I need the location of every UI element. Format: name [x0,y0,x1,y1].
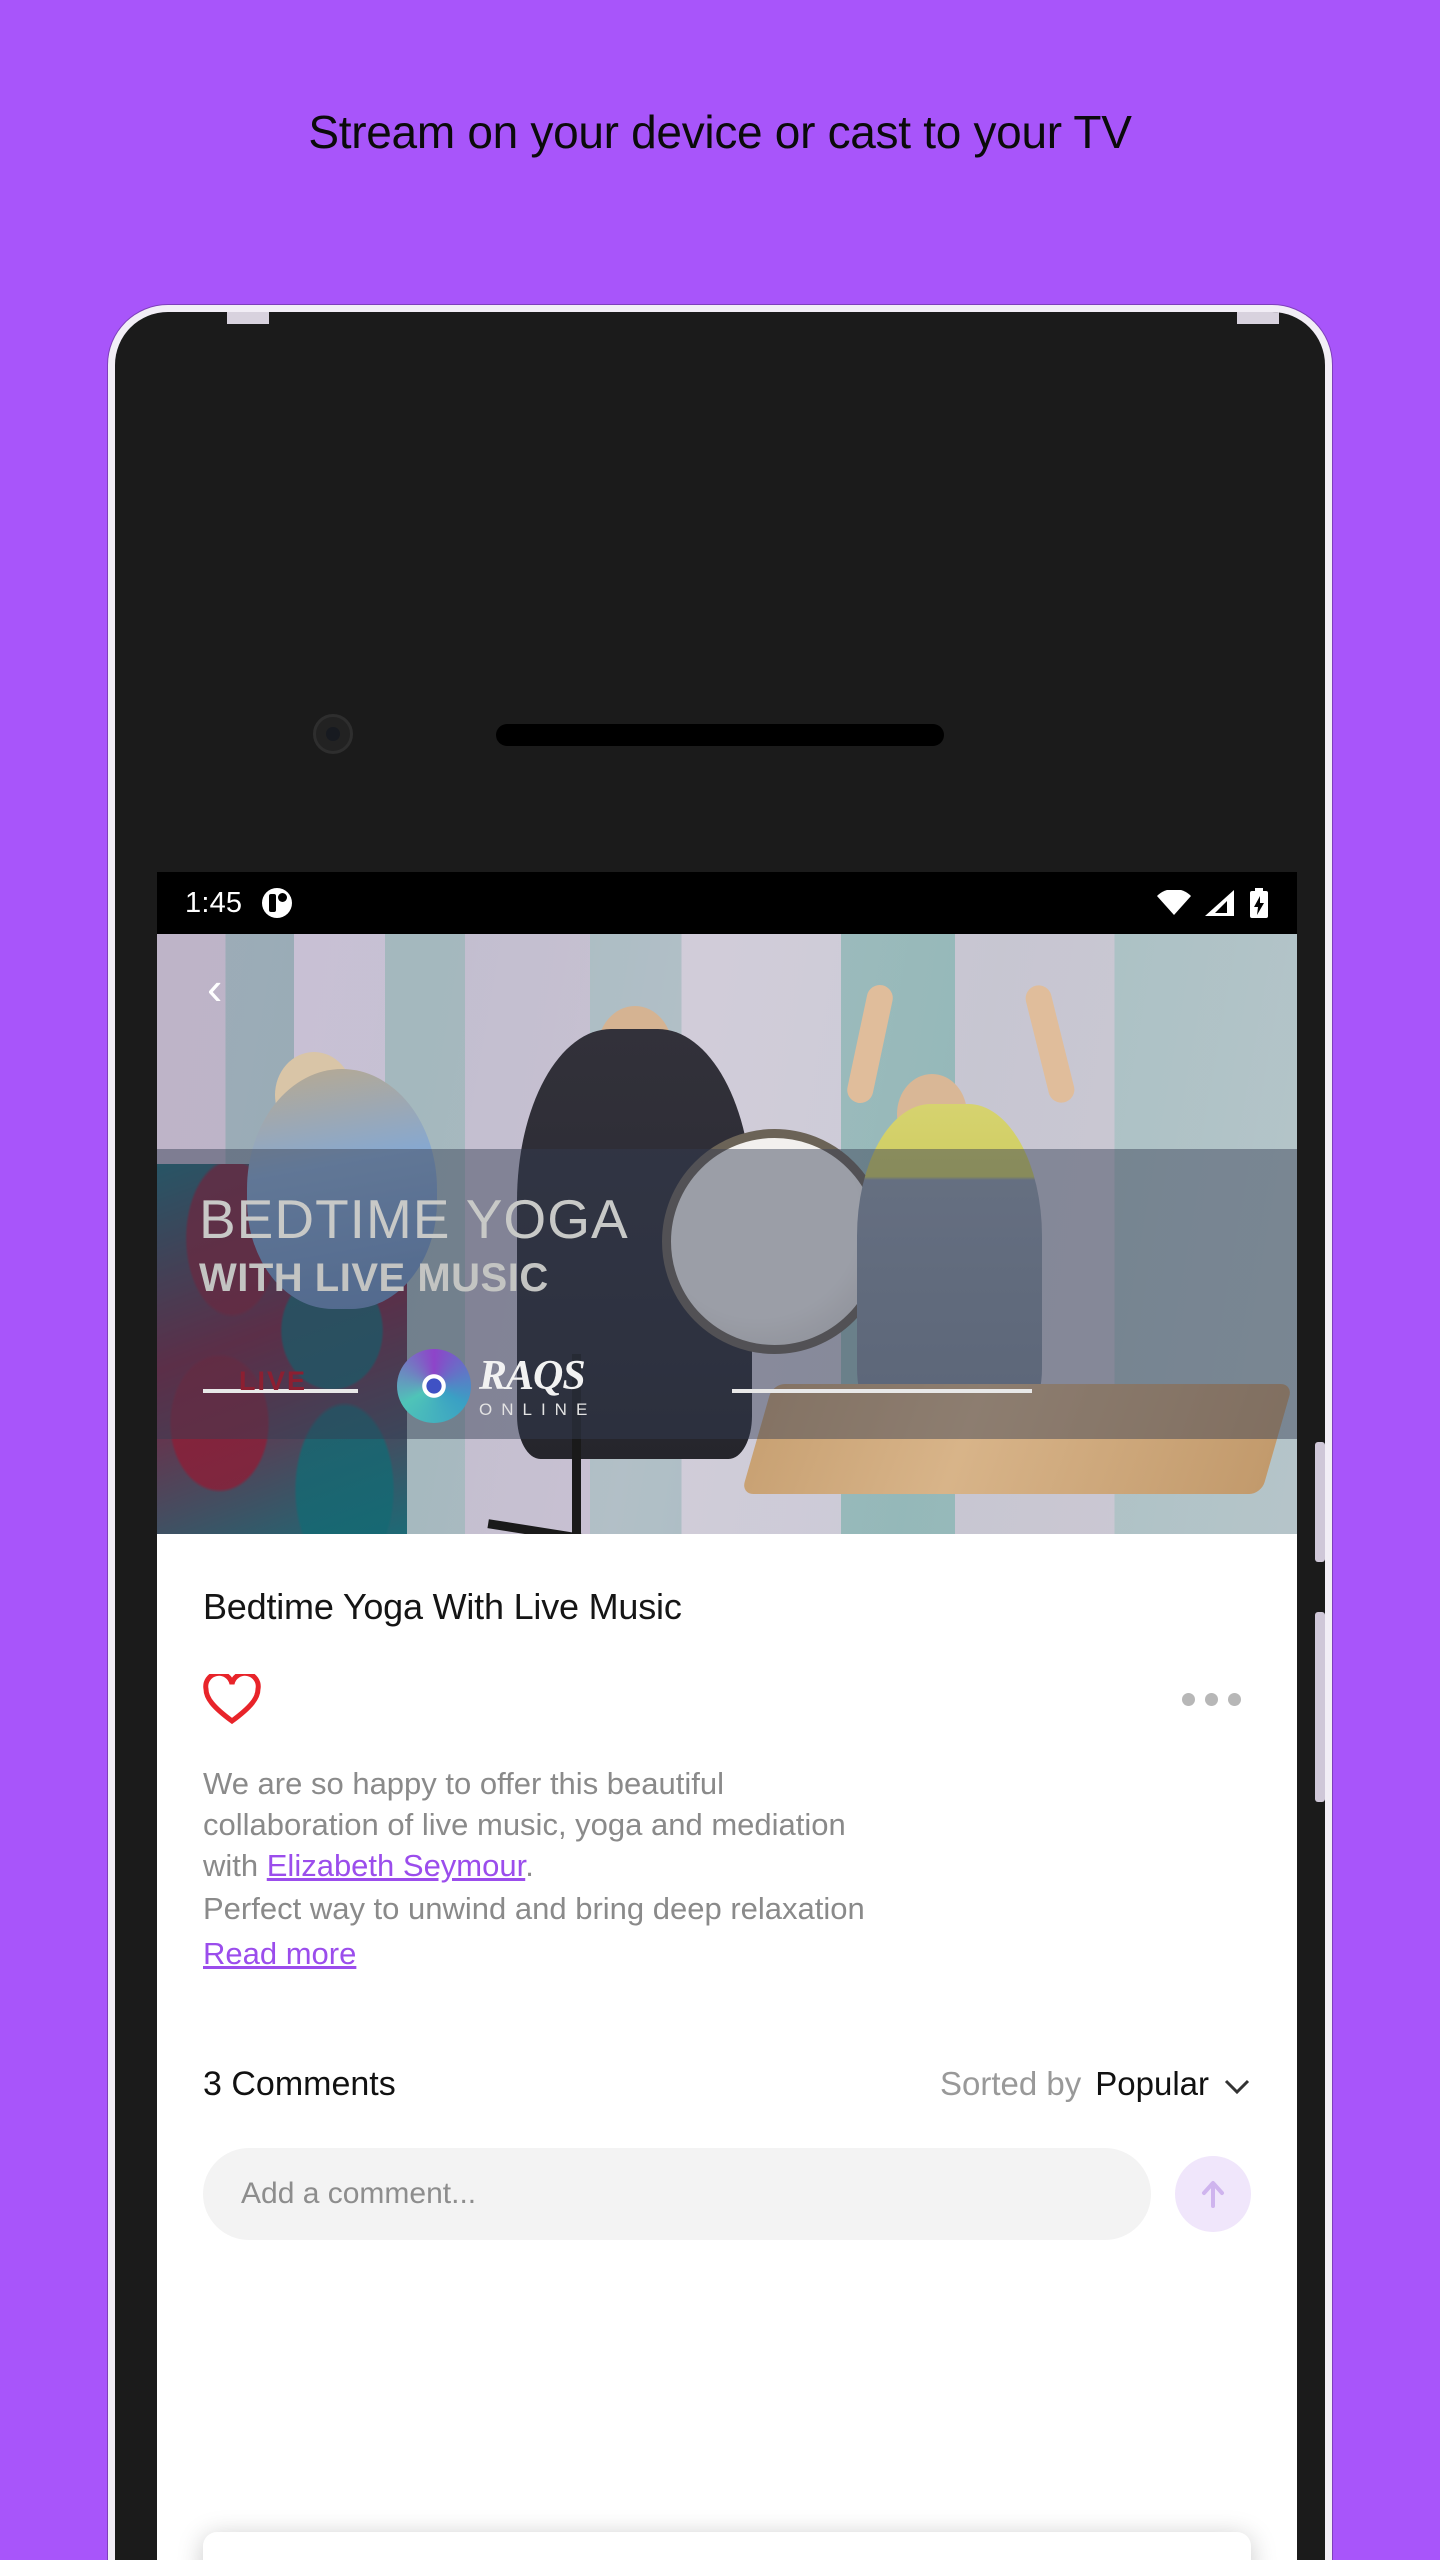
description-line-3-prefix: with [203,1847,267,1883]
read-more-link[interactable]: Read more [203,1934,356,1975]
description-line-3-suffix: . [525,1847,534,1883]
cast-badge-icon [262,888,293,918]
earpiece-speaker [496,724,944,746]
phone-antenna-nub-right [1237,312,1279,324]
status-bar-right [1157,888,1269,918]
comments-sort-control[interactable]: Sorted by Popular [940,2065,1251,2103]
sort-selected-value: Popular [1095,2065,1209,2103]
cellular-signal-icon [1205,890,1235,916]
raqs-online-logo: RAQS ONLINE [397,1349,596,1423]
power-button[interactable] [1315,1612,1325,1802]
back-arrow-icon[interactable]: ‹ [207,965,253,1012]
description-line-3: with Elizabeth Seymour. [203,1846,1251,1887]
status-time: 1:45 [185,886,243,919]
hero-rule-right [732,1389,1032,1393]
video-title: Bedtime Yoga With Live Music [203,1586,682,1627]
wifi-icon [1157,890,1191,916]
comment-input-placeholder: Add a comment... [241,2176,477,2210]
description-line-2: collaboration of live music, yoga and me… [203,1806,846,1842]
description-line-1: We are so happy to offer this beautiful [203,1766,725,1801]
arrow-up-send-icon[interactable] [1175,2155,1251,2232]
status-bar-left: 1:45 [185,886,293,920]
raqs-brand-sub: ONLINE [479,1399,597,1419]
heart-icon[interactable] [203,1670,261,1725]
volume-button[interactable] [1315,1442,1325,1562]
comments-header: 3 Comments Sorted by Popular [203,1975,1251,2104]
chevron-down-icon[interactable] [1223,2070,1251,2098]
page-title: Stream on your device or cast to your TV [308,106,1132,158]
phone-device-frame: 1:45 BEDTIME YOGA WITH LIVE MUSIC LIVE R… [108,305,1332,2560]
video-action-row [203,1628,1251,1725]
hero-title-line-1: BEDTIME YOGA [199,1188,629,1250]
hero-title-line-2: WITH LIVE MUSIC [199,1256,549,1300]
comment-input[interactable]: Add a comment... [203,2147,1151,2240]
phone-antenna-nub-left [227,312,269,324]
comments-count: 3 Comments [203,2064,396,2103]
sort-prefix-label: Sorted by [940,2065,1082,2103]
front-camera-icon [313,714,353,754]
raqs-logo-text: RAQS ONLINE [479,1355,596,1418]
battery-charging-icon [1249,888,1269,918]
raqs-brand-name: RAQS [479,1352,586,1399]
description-line-4: Perfect way to unwind and bring deep rel… [203,1890,865,1926]
mandala-icon [397,1349,471,1423]
video-description: We are so happy to offer this beautiful … [203,1724,1251,1975]
overflow-menu-icon[interactable] [1182,1692,1251,1706]
phone-screen: 1:45 BEDTIME YOGA WITH LIVE MUSIC LIVE R… [157,872,1297,2560]
add-comment-row: Add a comment... [203,2104,1251,2240]
video-detail-content: Bedtime Yoga With Live Music We are so h… [157,1534,1297,2240]
up-next-card[interactable]: UP NEXT Getting Started at Raqs Online 1… [203,2532,1251,2560]
instructor-link[interactable]: Elizabeth Seymour [267,1848,525,1883]
video-player-thumbnail[interactable]: BEDTIME YOGA WITH LIVE MUSIC LIVE RAQS O… [157,934,1297,1534]
hero-live-label: LIVE [239,1366,308,1396]
status-bar: 1:45 [157,872,1297,934]
